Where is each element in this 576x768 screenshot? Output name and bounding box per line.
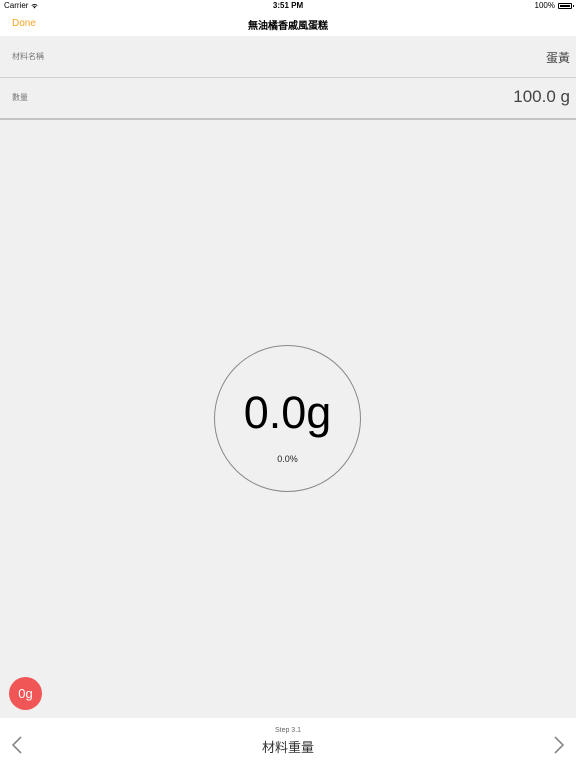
step-toolbar: Step 3.1 材料重量 bbox=[0, 718, 576, 768]
battery-status: 100% bbox=[534, 1, 574, 10]
ingredient-name-label: 材料名稱 bbox=[12, 52, 44, 61]
step-title: 材料重量 bbox=[261, 740, 314, 755]
quantity-label: 數量 bbox=[12, 93, 28, 102]
weight-readout: 0.0g bbox=[243, 387, 332, 438]
battery-percent: 100% bbox=[534, 1, 555, 10]
ingredient-name-row[interactable]: 材料名稱 蛋黃 bbox=[0, 37, 576, 78]
status-bar: Carrier 3:51 PM 100% bbox=[0, 0, 576, 12]
status-time: 3:51 PM bbox=[272, 1, 304, 10]
navigation-bar: Done 無油橘香戚風蛋糕 bbox=[0, 12, 576, 36]
ingredient-name-value: 蛋黃 bbox=[545, 51, 570, 65]
percent-readout: 0.0% bbox=[277, 454, 298, 464]
chevron-right-icon[interactable] bbox=[549, 734, 567, 756]
quantity-row[interactable]: 數量 100.0 g bbox=[0, 78, 576, 120]
page-title: 無油橘香戚風蛋糕 bbox=[248, 21, 328, 32]
battery-icon bbox=[558, 2, 574, 9]
quantity-value: 100.0 g bbox=[513, 87, 570, 106]
tare-button[interactable]: 0g bbox=[9, 677, 42, 710]
step-number: Step 3.1 bbox=[274, 727, 302, 734]
scale-display: 0.0g 0.0% bbox=[214, 345, 361, 492]
